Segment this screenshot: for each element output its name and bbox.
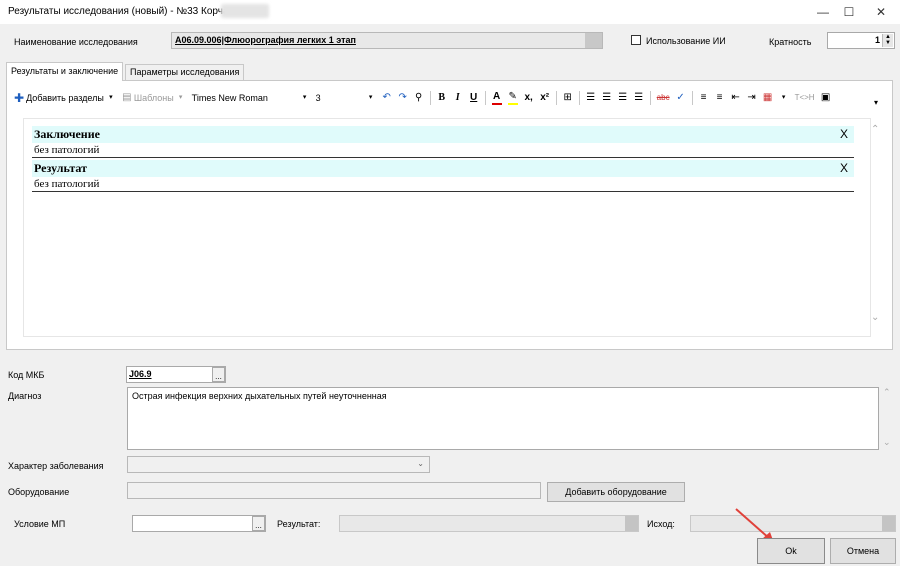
outdent-icon[interactable]: ⇤ (731, 92, 741, 104)
tab-parameters[interactable]: Параметры исследования (125, 64, 245, 80)
toolbar-separator (555, 91, 557, 105)
mp-condition-input[interactable]: ... (132, 515, 266, 532)
redo-icon[interactable]: ↷ (398, 92, 408, 104)
rich-text-editor[interactable]: Заключение X без патологий Результат X б… (23, 118, 871, 337)
toolbar-separator (429, 91, 431, 105)
add-equipment-button[interactable]: Добавить оборудование (547, 482, 685, 502)
diagnosis-label: Диагноз (8, 391, 42, 401)
redacted-name (221, 4, 269, 18)
symbol-icon[interactable]: ⊞ (563, 92, 573, 104)
study-name-value: A06.09.006|Флюорография легких 1 этап (175, 35, 356, 45)
align-right-icon[interactable]: ☰ (618, 92, 628, 104)
mkb-lookup-button[interactable]: ... (212, 367, 225, 382)
window-title: Результаты исследования (новый) - №33 Ко… (8, 6, 244, 17)
align-center-icon[interactable]: ☰ (602, 92, 612, 104)
align-justify-icon[interactable]: ☰ (634, 92, 644, 104)
chevron-down-icon: ⌄ (417, 459, 424, 468)
underline-button[interactable]: U (469, 92, 479, 104)
font-size-select[interactable]: 3 ▾ (316, 92, 376, 104)
align-left-icon[interactable]: ☰ (586, 92, 596, 104)
caret-down-icon: ▾ (368, 94, 373, 101)
plus-icon: ✚ (14, 91, 25, 105)
italic-button[interactable]: I (453, 92, 463, 104)
multiplicity-value: 1 (874, 35, 880, 45)
remove-section-button[interactable]: X (840, 126, 848, 143)
toolbar-separator (649, 91, 651, 105)
study-name-dropdown[interactable] (585, 33, 602, 48)
outcome-select[interactable] (690, 515, 896, 532)
diagnosis-textarea[interactable]: Острая инфекция верхних дыхательных путе… (127, 387, 879, 450)
bold-button[interactable]: B (437, 92, 447, 104)
tag-toggle-button[interactable]: T<>H (795, 92, 815, 104)
ok-button[interactable]: Ok (757, 538, 825, 564)
caret-down-icon: ▾ (302, 94, 307, 101)
toolbar-separator (484, 91, 486, 105)
template-icon: ▤ (122, 92, 132, 103)
section-header-conclusion: Заключение X (32, 126, 854, 143)
section-body-result[interactable]: без патологий (32, 177, 854, 192)
close-button[interactable]: ✕ (862, 0, 900, 24)
undo-icon[interactable]: ↶ (382, 92, 392, 104)
scroll-down-icon[interactable]: ⌄ (883, 437, 891, 448)
study-name-field[interactable]: A06.09.006|Флюорография легких 1 этап (171, 32, 603, 49)
disease-character-label: Характер заболевания (8, 461, 104, 471)
tab-results[interactable]: Результаты и заключение (6, 62, 124, 81)
cancel-button[interactable]: Отмена (830, 538, 896, 564)
multiplicity-input[interactable]: 1 ▲ ▼ (827, 32, 895, 49)
multiplicity-spinner[interactable]: ▲ ▼ (882, 34, 893, 47)
mp-condition-label: Условие МП (14, 519, 66, 529)
superscript-button[interactable]: x² (540, 92, 550, 104)
find-icon[interactable]: ⚲ (414, 92, 424, 104)
result-dropdown-arrow[interactable] (625, 516, 638, 531)
scroll-up-icon[interactable]: ⌃ (883, 387, 891, 398)
outcome-dropdown-arrow[interactable] (882, 516, 895, 531)
outcome-label: Исход: (647, 519, 675, 529)
multiplicity-label: Кратность (769, 37, 812, 47)
font-color-icon[interactable]: A (491, 91, 502, 105)
caret-down-icon[interactable]: ▾ (779, 92, 789, 104)
scroll-down-icon[interactable]: ⌄ (871, 312, 879, 323)
mkb-value: J06.9 (129, 369, 152, 379)
paste-icon[interactable]: ▣ (821, 92, 831, 104)
bullet-list-icon[interactable]: ≡ (715, 92, 725, 104)
toolbar-separator (691, 91, 693, 105)
mkb-input[interactable]: J06.9 ... (126, 366, 226, 383)
add-sections-button[interactable]: ✚ Добавить разделы ▾ (14, 92, 116, 104)
editor-toolbar: ✚ Добавить разделы ▾ ▤ Шаблоны ▾ Times N… (14, 89, 831, 107)
study-name-label: Наименование исследования (14, 37, 138, 47)
mkb-label: Код МКБ (8, 370, 45, 380)
font-family-select[interactable]: Times New Roman ▾ (192, 92, 310, 104)
equipment-field (127, 482, 541, 499)
toolbar-separator (578, 91, 580, 105)
caret-down-icon: ▾ (109, 94, 113, 101)
highlight-icon[interactable]: ✎ (507, 91, 518, 105)
scroll-up-icon[interactable]: ⌃ (871, 124, 879, 135)
strikethrough-icon[interactable]: abc (657, 92, 670, 104)
spellcheck-icon[interactable]: ✓ (676, 92, 686, 104)
result-select[interactable] (339, 515, 639, 532)
remove-section-button[interactable]: X (840, 160, 848, 177)
templates-button[interactable]: ▤ Шаблоны ▾ (122, 92, 186, 104)
ai-usage-checkbox[interactable] (631, 35, 641, 45)
caret-down-icon: ▾ (178, 94, 183, 101)
numbered-list-icon[interactable]: ≡ (699, 92, 709, 104)
toolbar-overflow-icon[interactable]: ▾ (874, 98, 878, 107)
section-body-conclusion[interactable]: без патологий (32, 143, 854, 158)
section-header-result: Результат X (32, 160, 854, 177)
indent-icon[interactable]: ⇥ (747, 92, 757, 104)
mp-condition-lookup-button[interactable]: ... (252, 516, 265, 531)
result-label: Результат: (277, 519, 321, 529)
table-icon[interactable]: ▦ (763, 92, 773, 104)
subscript-button[interactable]: x, (524, 92, 534, 104)
ai-usage-label: Использование ИИ (646, 36, 726, 46)
disease-character-select[interactable]: ⌄ (127, 456, 430, 473)
diagnosis-value: Острая инфекция верхних дыхательных путе… (132, 391, 387, 401)
equipment-label: Оборудование (8, 487, 70, 497)
